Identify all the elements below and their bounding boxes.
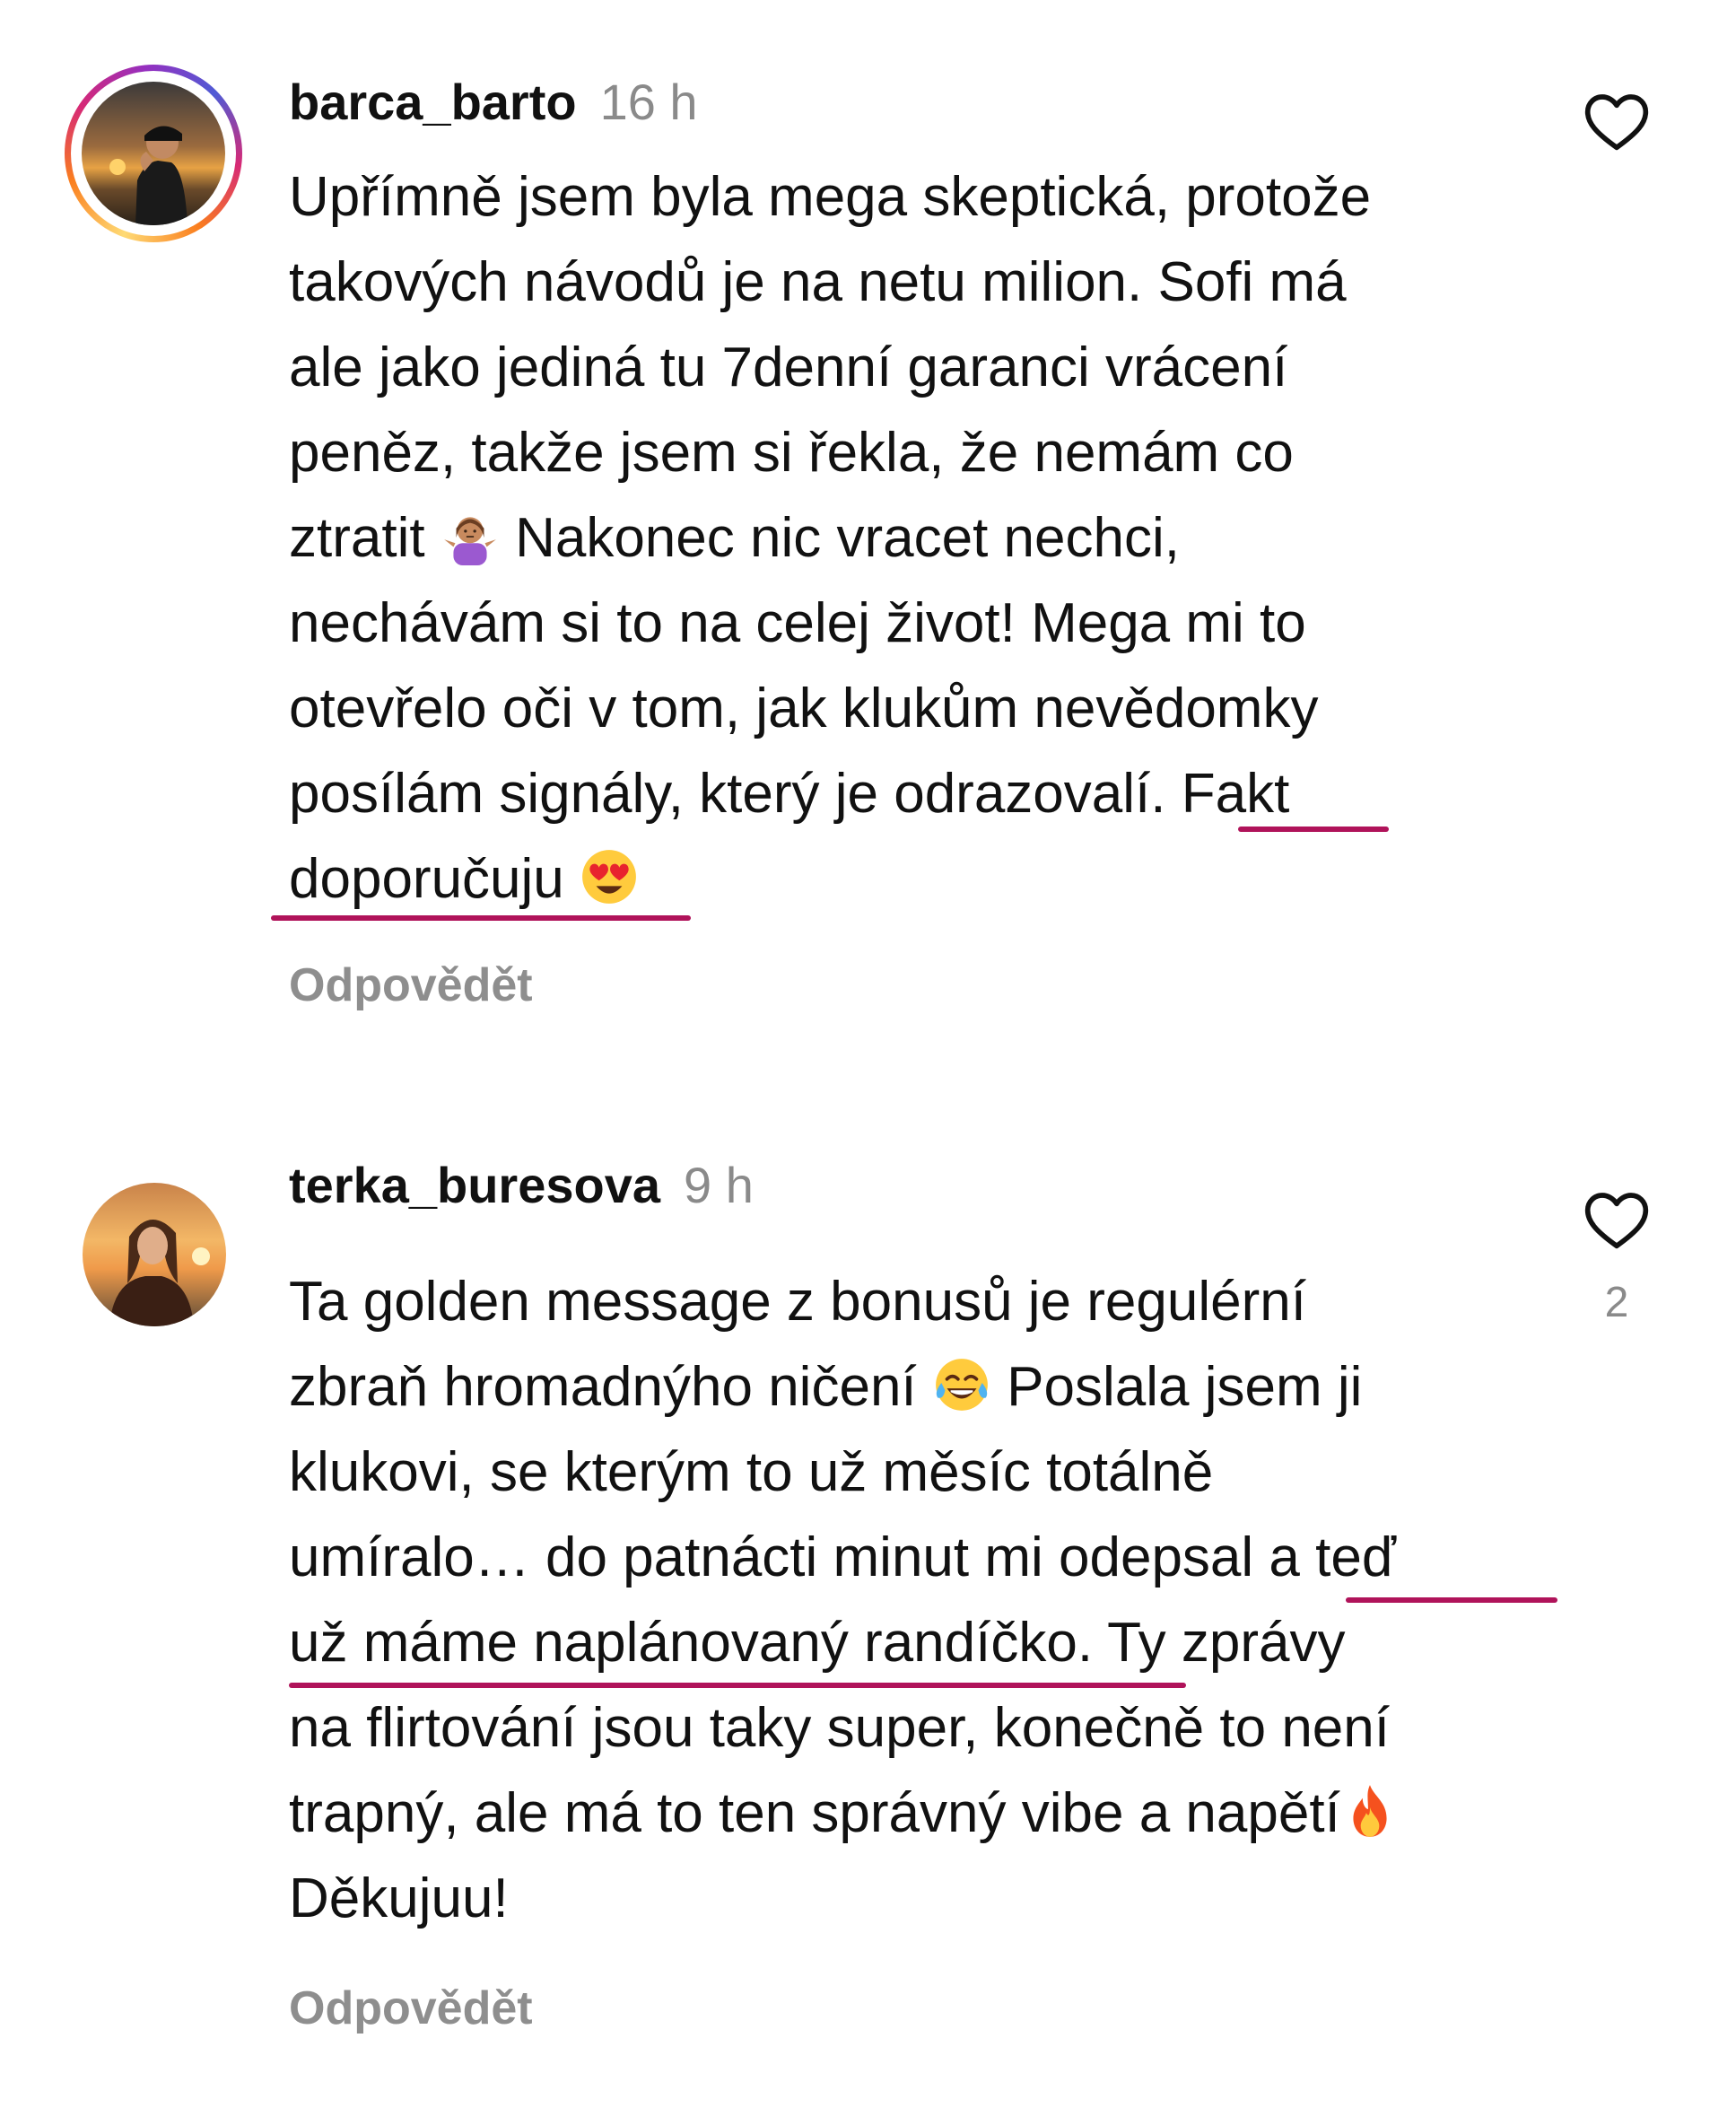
comment-line: nechávám si to na celej život! Mega mi t… (289, 592, 1306, 654)
comment-header: terka_buresova 9 h (289, 1157, 754, 1214)
fire-emoji (1353, 1785, 1387, 1837)
comment-line: ale jako jediná tu 7denní garanci vrácen… (289, 337, 1288, 398)
comment-line-prefix: zbraň hromadnýho ničení (289, 1356, 917, 1418)
reply-button[interactable]: Odpovědět (289, 1981, 533, 2035)
tears-of-joy-emoji (936, 1359, 988, 1411)
comment-line: Děkujuu! (289, 1867, 509, 1929)
comment-line: posílám signály, který je odrazovalí. Fa… (289, 763, 1290, 825)
comment-line: otevřelo oči v tom, jak klukům nevědomky (289, 678, 1319, 739)
avatar[interactable] (83, 1183, 226, 1326)
like-count: 2 (1604, 1279, 1629, 1326)
avatar[interactable] (82, 82, 225, 225)
heart-outline-icon (1584, 94, 1649, 151)
comment-barca-barto: barca_barto 16 h Upřímně jsem byla mega s… (0, 0, 1736, 1059)
timestamp: 16 h (599, 74, 698, 130)
comment-line-suffix: Nakonec nic vracet nechci, (515, 507, 1180, 569)
smiling-face-heart-eyes-emoji (582, 850, 636, 904)
highlight-underline (1238, 827, 1389, 832)
username[interactable]: terka_buresova (289, 1157, 660, 1213)
comment-text: Upřímně jsem byla mega skeptická, protož… (289, 154, 1518, 922)
comment-line: ztratit Nakonec nic vracet nechci, (289, 495, 1518, 581)
comment-line: na flirtování jsou taky super, konečně t… (289, 1697, 1390, 1759)
comment-line: klukovi, se kterým to už měsíc totálně (289, 1441, 1214, 1503)
comment-line: peněz, takže jsem si řekla, že nemám co (289, 422, 1294, 484)
username[interactable]: barca_barto (289, 74, 577, 130)
comment-line: doporučuju (289, 836, 1518, 922)
comment-line: už máme naplánovaný randíčko. Ty zprávy (289, 1612, 1346, 1674)
comment-line-prefix: ztratit (289, 507, 425, 569)
heart-outline-icon (1584, 1193, 1649, 1249)
comment-header: barca_barto 16 h (289, 74, 698, 131)
comment-line: trapný, ale má to ten správný vibe a nap… (289, 1771, 1518, 1856)
comment-line: Upřímně jsem byla mega skeptická, protož… (289, 166, 1372, 228)
like-button[interactable] (1579, 86, 1654, 158)
comment-line: Ta golden message z bonusů je regulérní (289, 1271, 1306, 1333)
timestamp: 9 h (684, 1157, 754, 1213)
comment-text: Ta golden message z bonusů je regulérní … (289, 1259, 1518, 1941)
reply-button[interactable]: Odpovědět (289, 958, 533, 1012)
highlight-underline (289, 1683, 1186, 1688)
highlight-underline (271, 915, 691, 921)
person-shrugging-emoji (443, 517, 496, 565)
comment-line: zbraň hromadnýho ničení Poslala jsem ji (289, 1344, 1518, 1430)
highlight-underline (1346, 1597, 1557, 1603)
comment-line-suffix: Poslala jsem ji (1007, 1356, 1363, 1418)
comment-line-text: trapný, ale má to ten správný vibe a nap… (289, 1782, 1340, 1844)
story-ring[interactable] (65, 65, 242, 242)
comment-line: umíralo… do patnácti minut mi odepsal a … (289, 1526, 1396, 1588)
comment-line: takových návodů je na netu milion. Sofi … (289, 251, 1347, 313)
like-button[interactable] (1579, 1185, 1654, 1256)
comment-line-text: doporučuju (289, 848, 564, 910)
